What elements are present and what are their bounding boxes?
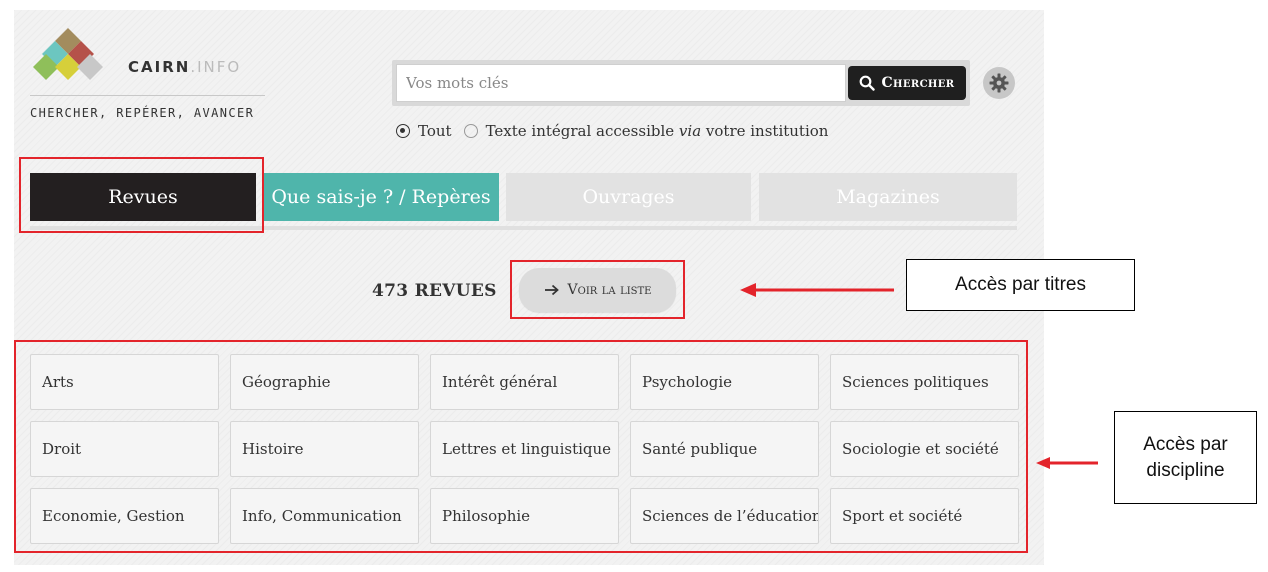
radio-institution-label-a: Texte intégral accessible — [485, 122, 679, 140]
annotation-discipline-line1: Accès par — [1143, 433, 1228, 455]
radio-tout[interactable] — [396, 124, 410, 138]
brand-main: CAIRN — [128, 58, 191, 76]
highlight-revues-tab — [19, 157, 264, 233]
arrow-to-discipline-grid-icon — [1036, 457, 1098, 469]
tab-ouvrages[interactable]: Ouvrages — [506, 173, 751, 221]
tagline: CHERCHER, REPÉRER, AVANCER — [30, 106, 255, 120]
highlight-discipline-grid — [14, 340, 1028, 553]
annotation-acces-par-discipline: Accès par discipline — [1114, 411, 1257, 504]
radio-tout-label: Tout — [418, 122, 452, 140]
tab-que-sais-je[interactable]: Que sais-je ? / Repères — [263, 173, 499, 221]
search-icon — [860, 75, 876, 91]
radio-institution-label-b: via — [678, 122, 702, 140]
settings-button[interactable] — [983, 67, 1015, 99]
search-button[interactable]: Chercher — [848, 66, 966, 100]
revues-count: 473 REVUES — [372, 281, 497, 301]
search-scope: Tout Texte intégral accessible via votre… — [396, 122, 840, 140]
tab-magazines[interactable]: Magazines — [759, 173, 1017, 221]
cairn-logo-icon — [33, 28, 103, 80]
radio-institution-label-c: votre institution — [701, 122, 829, 140]
search-button-label: Chercher — [881, 75, 955, 91]
search-input[interactable] — [396, 64, 846, 102]
arrow-to-voir-la-liste-icon — [740, 283, 894, 297]
brand-suffix: INFO — [197, 58, 242, 76]
gear-icon — [989, 73, 1009, 93]
brand-name[interactable]: CAIRN.INFO — [128, 58, 241, 76]
annotation-discipline-line2: discipline — [1146, 459, 1225, 481]
radio-institution-label: Texte intégral accessible via votre inst… — [486, 122, 829, 140]
radio-institution[interactable] — [463, 124, 478, 138]
highlight-voir-la-liste — [510, 260, 685, 319]
logo-divider — [30, 95, 265, 96]
annotation-acces-par-titres: Accès par titres — [906, 259, 1135, 311]
